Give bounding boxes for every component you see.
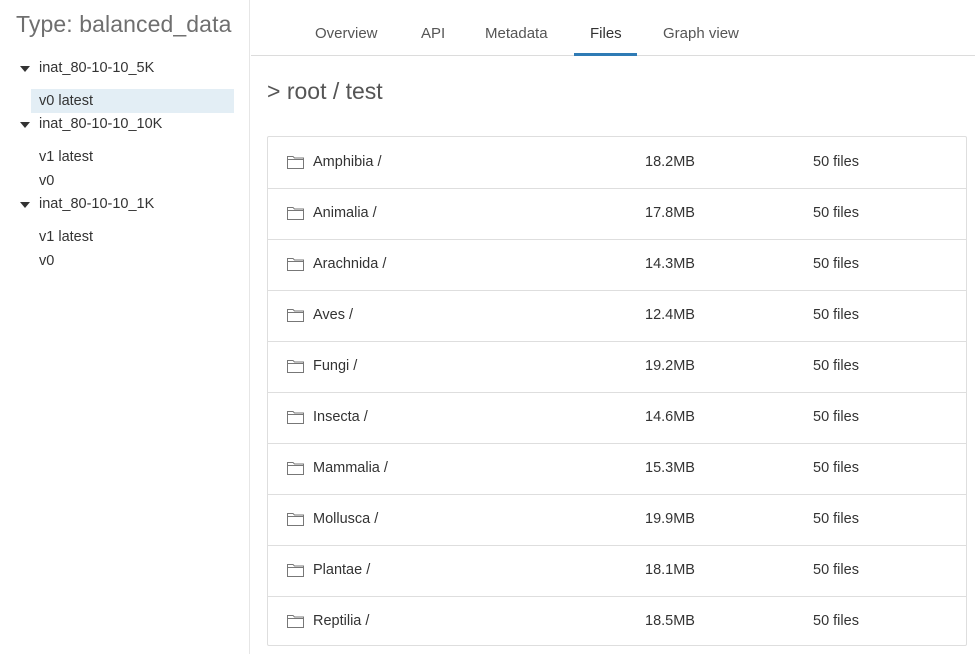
file-count: 50 files xyxy=(813,358,859,374)
sidebar: Type: balanced_data inat_80-10-10_5K v0 … xyxy=(0,0,250,654)
version-item[interactable]: v0 xyxy=(31,169,234,193)
artifact-group-1k: inat_80-10-10_1K xyxy=(0,194,250,218)
file-count: 50 files xyxy=(813,511,859,527)
artifact-group-10k: inat_80-10-10_10K xyxy=(0,114,250,138)
folder-icon xyxy=(287,360,304,373)
folder-name[interactable]: Plantae / xyxy=(313,562,370,578)
file-count: 50 files xyxy=(813,307,859,323)
tab-graph-view[interactable]: Graph view xyxy=(663,25,739,42)
folder-name[interactable]: Mammalia / xyxy=(313,460,388,476)
file-count: 50 files xyxy=(813,460,859,476)
table-row[interactable]: Reptilia / 18.5MB 50 files xyxy=(268,596,966,647)
group-label[interactable]: inat_80-10-10_5K xyxy=(39,60,154,76)
group-label[interactable]: inat_80-10-10_1K xyxy=(39,196,154,212)
folder-name[interactable]: Animalia / xyxy=(313,205,377,221)
file-count: 50 files xyxy=(813,205,859,221)
group-header[interactable]: inat_80-10-10_5K xyxy=(0,58,250,82)
file-count: 50 files xyxy=(813,613,859,629)
folder-name[interactable]: Arachnida / xyxy=(313,256,386,272)
version-item[interactable]: v0 xyxy=(31,249,234,273)
folder-icon xyxy=(287,564,304,577)
folder-name[interactable]: Mollusca / xyxy=(313,511,378,527)
files-table: Amphibia / 18.2MB 50 files Animalia / 17.8MB… xyxy=(267,136,967,646)
type-title: Type: balanced_data xyxy=(16,11,232,37)
folder-name[interactable]: Fungi / xyxy=(313,358,357,374)
group-header[interactable]: inat_80-10-10_10K xyxy=(0,114,250,138)
folder-size: 18.2MB xyxy=(645,154,695,170)
table-row[interactable]: Fungi / 19.2MB 50 files xyxy=(268,341,966,393)
folder-size: 19.9MB xyxy=(645,511,695,527)
folder-icon xyxy=(287,513,304,526)
file-count: 50 files xyxy=(813,409,859,425)
caret-down-icon[interactable] xyxy=(20,202,30,208)
folder-size: 14.3MB xyxy=(645,256,695,272)
folder-icon xyxy=(287,411,304,424)
file-count: 50 files xyxy=(813,154,859,170)
table-row[interactable]: Arachnida / 14.3MB 50 files xyxy=(268,239,966,291)
breadcrumb: > root / test xyxy=(267,78,383,104)
table-row[interactable]: Aves / 12.4MB 50 files xyxy=(268,290,966,342)
folder-name[interactable]: Insecta / xyxy=(313,409,368,425)
table-row[interactable]: Mollusca / 19.9MB 50 files xyxy=(268,494,966,546)
table-row[interactable]: Amphibia / 18.2MB 50 files xyxy=(268,137,966,189)
folder-size: 15.3MB xyxy=(645,460,695,476)
caret-down-icon[interactable] xyxy=(20,66,30,72)
folder-size: 12.4MB xyxy=(645,307,695,323)
folder-icon xyxy=(287,156,304,169)
artifact-group-5k: inat_80-10-10_5K xyxy=(0,58,250,82)
group-label[interactable]: inat_80-10-10_10K xyxy=(39,116,162,132)
folder-icon xyxy=(287,207,304,220)
folder-icon xyxy=(287,462,304,475)
table-row[interactable]: Mammalia / 15.3MB 50 files xyxy=(268,443,966,495)
file-count: 50 files xyxy=(813,562,859,578)
folder-icon xyxy=(287,258,304,271)
folder-icon xyxy=(287,615,304,628)
caret-down-icon[interactable] xyxy=(20,122,30,128)
folder-name[interactable]: Amphibia / xyxy=(313,154,382,170)
tab-overview[interactable]: Overview xyxy=(315,25,378,42)
folder-size: 14.6MB xyxy=(645,409,695,425)
folder-size: 18.1MB xyxy=(645,562,695,578)
group-header[interactable]: inat_80-10-10_1K xyxy=(0,194,250,218)
tab-metadata[interactable]: Metadata xyxy=(485,25,548,42)
table-row[interactable]: Animalia / 17.8MB 50 files xyxy=(268,188,966,240)
folder-icon xyxy=(287,309,304,322)
version-item-selected[interactable]: v0 latest xyxy=(31,89,234,113)
folder-size: 17.8MB xyxy=(645,205,695,221)
version-item[interactable]: v1 latest xyxy=(31,225,234,249)
folder-name[interactable]: Reptilia / xyxy=(313,613,369,629)
file-count: 50 files xyxy=(813,256,859,272)
version-item[interactable]: v1 latest xyxy=(31,145,234,169)
table-row[interactable]: Insecta / 14.6MB 50 files xyxy=(268,392,966,444)
tab-api[interactable]: API xyxy=(421,25,445,42)
table-row[interactable]: Plantae / 18.1MB 50 files xyxy=(268,545,966,597)
folder-size: 18.5MB xyxy=(645,613,695,629)
tab-bar: Overview API Metadata Files Graph view xyxy=(251,0,975,56)
folder-size: 19.2MB xyxy=(645,358,695,374)
active-tab-indicator xyxy=(574,53,637,56)
folder-name[interactable]: Aves / xyxy=(313,307,353,323)
tab-files[interactable]: Files xyxy=(590,25,622,42)
